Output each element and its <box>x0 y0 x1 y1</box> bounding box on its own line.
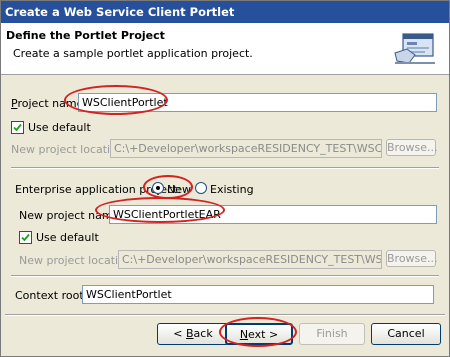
ear-browse-button[interactable]: Browse... <box>386 250 438 267</box>
context-root-input[interactable]: WSClientPortlet <box>82 285 434 304</box>
use-default-label: Use default <box>28 121 91 134</box>
finish-button[interactable]: Finish <box>299 323 365 345</box>
button-bar-separator <box>5 314 445 316</box>
project-location-input[interactable]: C:\+Developer\workspaceRESIDENCY_TEST\WS… <box>110 139 382 158</box>
new-radio[interactable] <box>152 182 164 194</box>
existing-radio[interactable] <box>195 182 207 194</box>
ear-project-name-label: New project name: <box>19 209 124 222</box>
ear-use-default-checkbox[interactable] <box>19 231 32 244</box>
wizard-banner: Define the Portlet Project Create a samp… <box>1 23 449 75</box>
cancel-button[interactable]: Cancel <box>371 323 441 345</box>
page-title: Define the Portlet Project <box>6 29 165 42</box>
new-radio-label: New <box>167 183 191 196</box>
browse-button[interactable]: Browse... <box>386 139 438 156</box>
ear-project-name-input[interactable]: WSClientPortletEAR <box>109 205 437 224</box>
ear-use-default-label: Use default <box>36 231 99 244</box>
context-root-label: Context root: <box>15 289 88 302</box>
next-button[interactable]: Next > <box>225 323 293 345</box>
window-title: Create a Web Service Client Portlet <box>1 1 449 23</box>
wizard-dialog: Create a Web Service Client Portlet Defi… <box>0 0 450 357</box>
separator <box>11 167 439 169</box>
use-default-checkbox[interactable] <box>11 121 24 134</box>
ear-location-input[interactable]: C:\+Developer\workspaceRESIDENCY_TEST\WS… <box>118 250 382 269</box>
wizard-banner-icon <box>393 31 437 67</box>
existing-radio-label: Existing <box>210 183 254 196</box>
project-name-label: Project name: <box>11 97 88 110</box>
separator <box>11 275 439 277</box>
back-button[interactable]: < Back <box>157 323 229 345</box>
checkmark-icon <box>21 233 30 242</box>
page-description: Create a sample portlet application proj… <box>13 47 253 60</box>
project-name-input[interactable]: WSClientPortlet <box>78 93 437 112</box>
radio-selected-dot <box>156 186 160 190</box>
checkmark-icon <box>13 123 22 132</box>
